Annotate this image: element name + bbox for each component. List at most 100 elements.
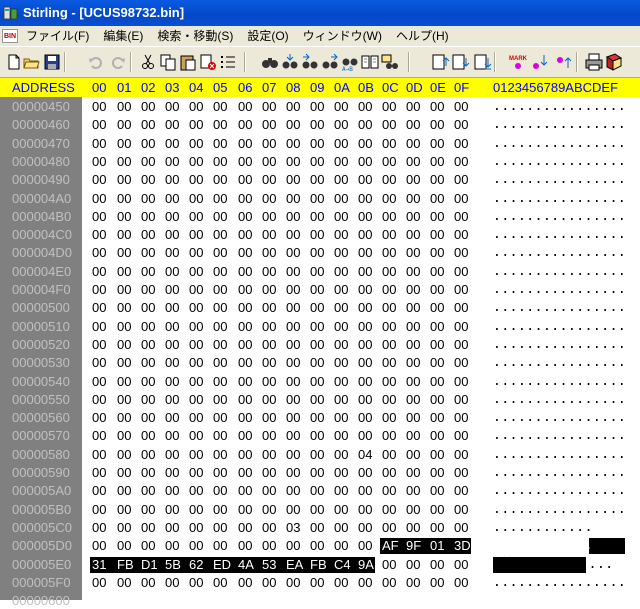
hex-byte[interactable]: 00 [92,374,110,390]
hex-byte[interactable]: 00 [286,319,304,335]
page-end-icon[interactable] [472,52,492,72]
hex-byte[interactable]: 00 [165,447,183,463]
hex-byte[interactable]: 00 [238,502,256,518]
hex-byte[interactable]: 00 [141,520,159,536]
hex-byte[interactable]: 00 [358,282,376,298]
hex-byte[interactable]: 00 [430,557,448,573]
hex-byte[interactable]: 00 [92,355,110,371]
hex-byte[interactable]: 00 [454,428,472,444]
hex-byte[interactable]: 00 [334,502,352,518]
hex-byte[interactable]: 00 [358,172,376,188]
hex-byte[interactable]: 00 [382,300,400,316]
hex-byte[interactable]: 00 [310,209,328,225]
hex-byte[interactable]: 00 [165,209,183,225]
hex-byte[interactable]: 00 [406,355,424,371]
hex-byte[interactable]: 00 [382,337,400,353]
hex-byte[interactable]: 00 [334,300,352,316]
hex-byte[interactable]: 00 [382,245,400,261]
hex-byte[interactable]: 00 [334,117,352,133]
hex-byte[interactable]: 00 [165,117,183,133]
hex-byte[interactable]: 00 [310,300,328,316]
hex-byte[interactable]: 00 [117,428,135,444]
hex-byte[interactable]: 00 [213,520,231,536]
hex-byte[interactable]: 00 [430,117,448,133]
hex-byte[interactable]: 00 [165,264,183,280]
hex-byte[interactable]: 00 [117,209,135,225]
hex-byte[interactable]: 00 [262,300,280,316]
hex-byte[interactable]: 00 [262,117,280,133]
hex-byte[interactable]: 00 [286,282,304,298]
hex-byte[interactable]: 00 [286,502,304,518]
hex-byte[interactable]: 00 [454,154,472,170]
table-row[interactable]: 00000540 00 00 00 00 00 00 00 00 00 00 00 00 00 00 00 00… [0,374,640,390]
table-row[interactable]: 000004D0 00 00 00 00 00 00 00 00 00 00 00 00 00 00 00 00… [0,245,640,261]
hex-byte[interactable]: 01 [430,538,448,554]
hex-byte[interactable]: 00 [213,502,231,518]
hex-byte[interactable]: 00 [213,355,231,371]
hex-byte[interactable]: 00 [262,99,280,115]
hex-byte[interactable]: 00 [358,191,376,207]
hex-byte[interactable]: 00 [92,264,110,280]
hex-byte[interactable]: 00 [262,319,280,335]
table-row[interactable]: 000004A0 00 00 00 00 00 00 00 00 00 00 00 00 00 00 00 00… [0,191,640,207]
hex-byte[interactable]: 00 [358,392,376,408]
hex-byte[interactable]: 00 [262,136,280,152]
hex-byte[interactable]: 00 [262,447,280,463]
hex-byte[interactable]: 00 [286,117,304,133]
ascii-text[interactable]: ................ [493,300,626,316]
hex-byte[interactable]: 00 [358,337,376,353]
hex-byte[interactable]: 4A [238,557,256,573]
hex-byte[interactable]: 00 [238,117,256,133]
hex-byte[interactable]: 00 [310,538,328,554]
hex-byte[interactable]: 00 [141,392,159,408]
hex-byte[interactable]: 00 [189,483,207,499]
hex-byte[interactable]: 00 [382,575,400,591]
table-row[interactable]: 00000590 00 00 00 00 00 00 00 00 00 00 00 00 00 00 00 00… [0,465,640,481]
hex-byte[interactable]: 00 [165,465,183,481]
hex-byte[interactable]: 00 [213,447,231,463]
hex-byte[interactable]: 00 [238,428,256,444]
hex-byte[interactable]: 00 [92,136,110,152]
copy-icon[interactable] [158,52,178,72]
ascii-text[interactable]: ................ [493,392,626,408]
hex-byte[interactable]: 00 [358,209,376,225]
hex-byte[interactable]: 00 [334,337,352,353]
hex-byte[interactable]: 00 [238,483,256,499]
hex-byte[interactable]: 00 [117,300,135,316]
hex-byte[interactable]: 00 [358,374,376,390]
hex-byte[interactable]: 00 [334,172,352,188]
hex-byte[interactable]: 00 [165,538,183,554]
hex-byte[interactable]: 00 [262,227,280,243]
hex-byte[interactable]: 00 [117,483,135,499]
hex-byte[interactable]: 00 [310,99,328,115]
hex-byte[interactable]: 00 [117,392,135,408]
hex-byte[interactable]: 00 [213,191,231,207]
table-row[interactable]: 00000520 00 00 00 00 00 00 00 00 00 00 00 00 00 00 00 00… [0,337,640,353]
hex-byte[interactable]: 00 [92,337,110,353]
hex-byte[interactable]: 00 [238,300,256,316]
hex-byte[interactable]: 00 [286,410,304,426]
hex-byte[interactable]: 00 [92,282,110,298]
hex-byte[interactable]: 9F [406,538,424,554]
hex-byte[interactable]: 00 [406,245,424,261]
hex-byte[interactable]: 00 [117,227,135,243]
hex-byte[interactable]: 00 [382,520,400,536]
hex-byte[interactable]: 00 [286,483,304,499]
hex-byte[interactable]: 00 [430,245,448,261]
hex-byte[interactable]: 00 [358,355,376,371]
table-row[interactable]: 00000530 00 00 00 00 00 00 00 00 00 00 00 00 00 00 00 00… [0,355,640,371]
hex-byte[interactable]: 00 [286,538,304,554]
hex-byte[interactable]: 00 [117,99,135,115]
hex-byte[interactable]: 00 [286,374,304,390]
hex-byte[interactable]: 00 [310,502,328,518]
hex-byte[interactable]: 00 [213,209,231,225]
hex-byte[interactable]: 00 [310,154,328,170]
hex-byte[interactable]: 00 [406,520,424,536]
find-icon[interactable] [260,52,280,72]
ascii-text[interactable]: ................ [493,99,626,115]
hex-byte[interactable]: 00 [141,538,159,554]
ascii-text[interactable]: ................ [493,337,626,353]
hex-byte[interactable]: 03 [286,520,304,536]
hex-byte[interactable]: 00 [310,374,328,390]
hex-byte[interactable]: 00 [286,447,304,463]
